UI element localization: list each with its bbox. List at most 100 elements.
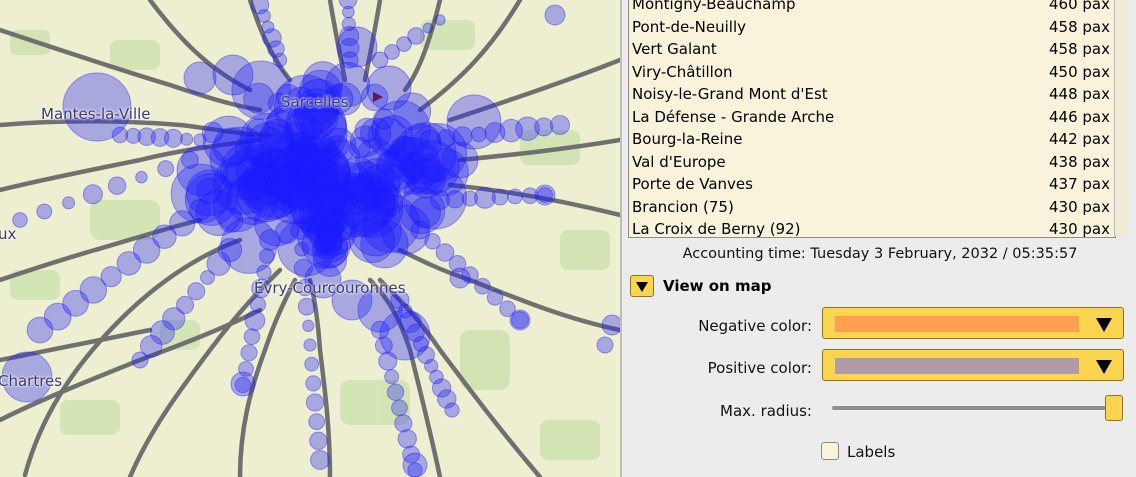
passenger-bubble [303,338,317,352]
passenger-bubble [62,196,76,210]
passenger-bubble [422,22,434,34]
passenger-bubble [509,309,531,331]
list-item[interactable]: Bourg-la-Reine 442 pax [632,128,1110,150]
passenger-bubble [111,126,129,144]
list-item[interactable]: Noisy-le-Grand Mont d'Est 448 pax [632,83,1110,105]
passenger-bubble [193,133,207,147]
passenger-bubble [366,65,412,111]
passenger-bubble [236,166,293,223]
passenger-bubble [507,188,523,205]
passenger-bubble [82,184,103,205]
station-name: La Croix de Berny (92) [632,220,801,238]
passenger-bubble [157,160,175,178]
passenger-bubble [373,108,395,130]
passenger-bubble [402,452,428,477]
view-on-map-toggle[interactable] [630,275,654,297]
passenger-bubble [116,251,142,276]
list-scrollbar[interactable] [1114,0,1129,236]
list-item[interactable]: La Défense - Grande Arche 446 pax [632,106,1110,128]
passenger-bubble [202,115,255,168]
passenger-bubble [397,429,417,449]
max-radius-slider[interactable] [832,406,1114,410]
passenger-bubble [187,282,206,301]
passenger-bubble [419,129,441,151]
passenger-bubble [299,117,323,140]
list-item[interactable]: Viry-Châtillon 450 pax [632,61,1110,83]
passenger-bubble [36,203,53,220]
positive-color-select[interactable] [822,349,1124,381]
passenger-bubble [491,188,509,206]
city-label-mantes-la-ville: Mantes-la-Ville [41,105,151,123]
passenger-bubble [474,277,491,295]
passenger-bubble [259,248,275,264]
map-view[interactable]: Sarcelles Mantes-la-Ville Évry-Courcouro… [0,0,620,477]
max-radius-slider-handle[interactable] [1105,395,1123,421]
passenger-bubble [452,126,473,147]
station-pax: 460 pax [1049,0,1110,13]
negative-color-swatch [835,316,1079,332]
labels-checkbox-label: Labels [847,443,896,461]
list-item[interactable]: Pont-de-Neuilly 458 pax [632,16,1110,38]
station-name: Noisy-le-Grand Mont d'Est [632,85,828,103]
dropdown-arrow-icon [1096,360,1112,374]
passenger-bubble [449,267,471,289]
negative-color-select[interactable] [822,307,1124,339]
station-name: Bourg-la-Reine [632,130,743,148]
passenger-bubble [297,297,316,316]
list-item[interactable]: Porte de Vanves 437 pax [632,173,1110,195]
list-item[interactable]: Brancion (75) 430 pax [632,196,1110,218]
station-pax: 430 pax [1049,197,1110,216]
accounting-time: Accounting time: Tuesday 3 February, 203… [682,246,1078,262]
passenger-bubble [441,141,479,179]
side-panel: Montigny-Beauchamp 460 pax Pont-de-Neuill… [620,0,1136,477]
passenger-bubble [305,375,322,392]
station-pax: 442 pax [1049,130,1110,148]
passenger-bubble [107,176,127,195]
passenger-bubble [386,383,405,401]
passenger-bubble [373,190,396,213]
station-name: Pont-de-Neuilly [632,17,746,36]
station-name: La Défense - Grande Arche [632,107,835,126]
passenger-bubble [544,4,566,26]
station-list[interactable]: Montigny-Beauchamp 460 pax Pont-de-Neuill… [628,0,1116,238]
passenger-bubble [249,296,267,313]
station-pax: 450 pax [1049,62,1110,81]
station-pax: 458 pax [1049,40,1110,58]
station-pax: 458 pax [1049,17,1110,36]
labels-checkbox[interactable] [821,442,839,460]
station-pax: 446 pax [1049,107,1110,126]
passenger-bubble [290,220,310,240]
list-item[interactable]: Vert Galant 458 pax [632,38,1110,60]
passenger-bubble [445,190,465,209]
negative-color-label: Negative color: [698,317,812,335]
passenger-bubble [348,216,396,263]
city-label-partial: ux [0,225,17,243]
passenger-bubble [312,242,348,278]
station-name: Montigny-Beauchamp [632,0,796,13]
passenger-bubble [304,356,320,372]
station-name: Brancion (75) [632,197,734,216]
passenger-bubble [370,320,390,340]
passenger-bubble [240,344,258,362]
chevron-down-icon [636,282,648,292]
station-pax: 437 pax [1049,175,1110,193]
passenger-bubble [183,61,217,95]
passenger-bubble [437,128,456,148]
passenger-bubble [444,402,460,418]
map-canvas[interactable] [0,0,620,477]
list-item[interactable]: La Croix de Berny (92) 430 pax [632,218,1110,238]
passenger-bubble [315,158,338,181]
station-name: Vert Galant [632,40,717,58]
passenger-bubble [250,0,270,15]
passenger-bubble [212,54,254,96]
passenger-bubble [135,170,148,184]
passenger-bubble [305,393,325,412]
passenger-bubble [486,289,504,306]
positive-color-label: Positive color: [707,359,812,377]
passenger-bubble [534,117,554,137]
passenger-bubble [374,336,393,355]
passenger-bubble [470,126,487,143]
list-item[interactable]: Montigny-Beauchamp 460 pax [632,0,1110,15]
list-item[interactable]: Val d'Europe 438 pax [632,151,1110,173]
passenger-bubble [596,336,614,354]
